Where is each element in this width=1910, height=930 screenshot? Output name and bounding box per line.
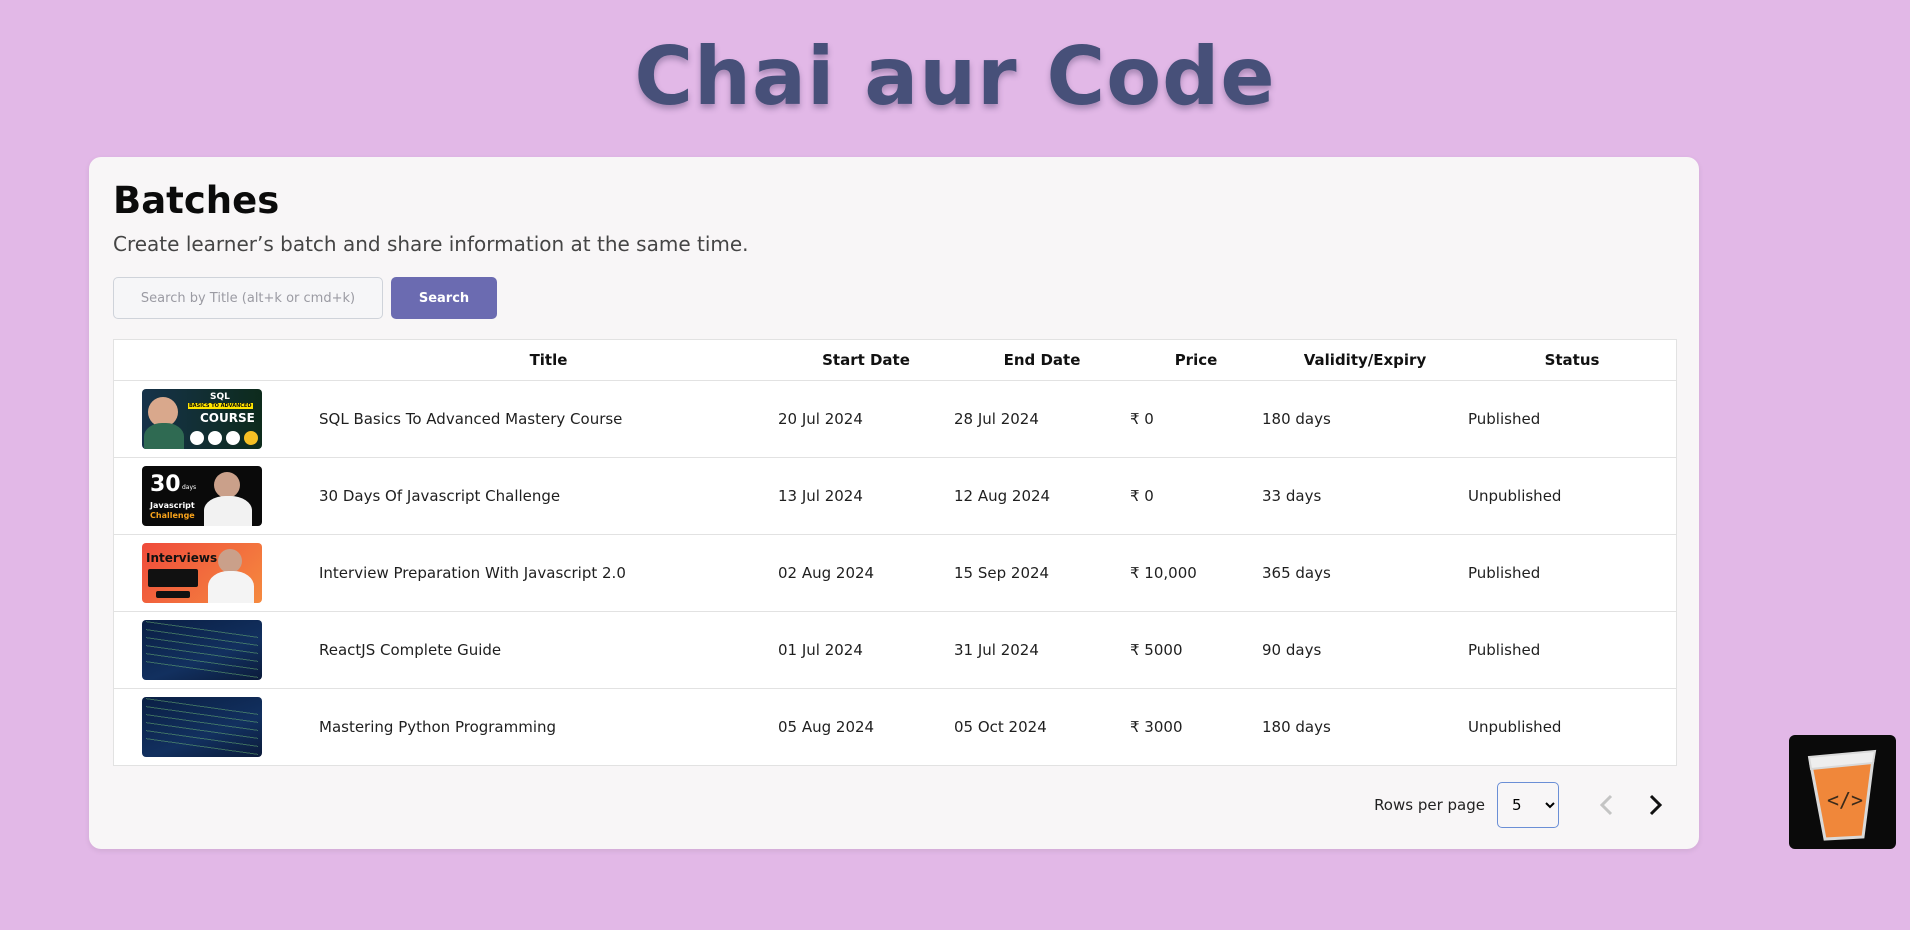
col-header-validity[interactable]: Validity/Expiry [1262,340,1468,381]
search-input[interactable] [113,277,383,319]
page-title: Batches [113,179,280,222]
row-start-date: 02 Aug 2024 [778,534,954,612]
thumb-text: Javascript [150,501,195,510]
thumb-text: days [182,484,197,491]
row-price: ₹ 0 [1130,380,1262,458]
row-status: Published [1468,611,1676,689]
row-price: ₹ 10,000 [1130,534,1262,612]
interviews-thumbnail: Interviews [142,543,262,603]
row-title: SQL Basics To Advanced Mastery Course [319,380,778,458]
row-validity: 180 days [1262,380,1468,458]
page-subtitle: Create learner’s batch and share informa… [113,232,749,256]
row-end-date: 05 Oct 2024 [954,718,1047,736]
col-header-title[interactable]: Title [319,340,778,381]
row-price: ₹ 5000 [1130,611,1262,689]
pagination: Rows per page 5 [1374,782,1675,828]
row-price: ₹ 0 [1130,457,1262,535]
row-title: ReactJS Complete Guide [319,611,778,689]
thumb-text: Challenge [150,511,195,520]
col-header-start-date[interactable]: Start Date [778,340,954,381]
previous-page-button[interactable] [1587,785,1627,825]
badge-glyph: </> [1827,788,1863,812]
row-title: Interview Preparation With Javascript 2.… [319,534,778,612]
row-start-date: 13 Jul 2024 [778,457,954,535]
row-price: ₹ 3000 [1130,718,1183,736]
table-row[interactable]: Mastering Python Programming 05 Aug 2024… [114,689,1676,766]
next-page-button[interactable] [1635,785,1675,825]
code-screen-thumbnail [142,620,262,680]
table-header-row: Title Start Date End Date Price Validity… [114,340,1676,381]
thumb-text: SQL [210,392,230,402]
batches-table: Title Start Date End Date Price Validity… [113,339,1677,766]
row-start-date: 05 Aug 2024 [778,718,875,736]
table-row[interactable]: ReactJS Complete Guide 01 Jul 2024 31 Ju… [114,611,1676,689]
batches-card: Batches Create learner’s batch and share… [89,157,1699,849]
search-button[interactable]: Search [391,277,497,319]
code-screen-thumbnail [142,697,262,757]
row-status: Published [1468,534,1676,612]
row-validity: 33 days [1262,457,1468,535]
row-validity: 365 days [1262,534,1468,612]
thumb-text: BASICS TO ADVANCED [188,403,253,409]
row-status: Unpublished [1468,457,1676,535]
chai-glass-icon: </> [1807,749,1877,841]
table-row[interactable]: Interviews Interview Preparation With Ja… [114,534,1676,612]
row-status: Published [1468,380,1676,458]
row-end-date: 28 Jul 2024 [954,380,1130,458]
col-header-end-date[interactable]: End Date [954,340,1130,381]
thumb-text: 30 [150,472,181,497]
thumb-text: COURSE [200,411,255,425]
row-validity: 180 days [1262,718,1331,736]
row-end-date: 31 Jul 2024 [954,611,1130,689]
col-header-price[interactable]: Price [1130,340,1262,381]
col-header-status[interactable]: Status [1468,340,1676,381]
row-end-date: 12 Aug 2024 [954,457,1130,535]
row-validity: 90 days [1262,611,1468,689]
row-start-date: 20 Jul 2024 [778,380,954,458]
rows-per-page-label: Rows per page [1374,796,1485,814]
javascript-challenge-thumbnail: 30 days Javascript Challenge [142,466,262,526]
brand-badge[interactable]: </> [1789,735,1896,849]
site-title: Chai aur Code [634,30,1276,123]
col-header-thumbnail [114,340,319,381]
rows-per-page-select[interactable]: 5 [1497,782,1559,828]
chevron-left-icon [1599,794,1613,816]
thumb-text: Interviews [146,551,218,565]
chevron-right-icon [1649,794,1663,816]
sql-course-thumbnail: SQL BASICS TO ADVANCED COURSE [142,389,262,449]
row-status: Unpublished [1468,718,1562,736]
table-row[interactable]: SQL BASICS TO ADVANCED COURSE SQL Basics… [114,380,1676,458]
table-row[interactable]: 30 days Javascript Challenge 30 Days Of … [114,457,1676,535]
row-title: Mastering Python Programming [319,718,557,736]
row-start-date: 01 Jul 2024 [778,611,954,689]
row-title: 30 Days Of Javascript Challenge [319,457,778,535]
row-end-date: 15 Sep 2024 [954,534,1130,612]
